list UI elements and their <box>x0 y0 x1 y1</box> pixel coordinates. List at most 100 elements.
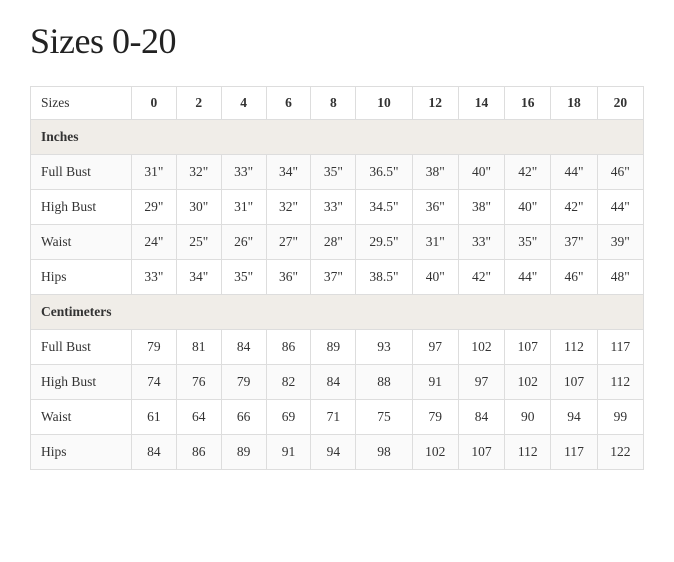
cell-0-3-10: 48" <box>597 260 643 295</box>
cell-0-2-6: 31" <box>412 225 458 260</box>
cell-0-2-9: 37" <box>551 225 597 260</box>
cell-1-2-3: 69 <box>266 400 311 435</box>
cell-0-0-4: 35" <box>311 155 356 190</box>
cell-1-3-4: 94 <box>311 435 356 470</box>
cell-1-2-10: 99 <box>597 400 643 435</box>
cell-0-1-3: 32" <box>266 190 311 225</box>
header-size-4: 4 <box>221 87 266 120</box>
cell-1-1-3: 82 <box>266 365 311 400</box>
cell-1-3-5: 98 <box>356 435 412 470</box>
cell-1-1-10: 112 <box>597 365 643 400</box>
header-size-16: 16 <box>505 87 551 120</box>
cell-0-2-3: 27" <box>266 225 311 260</box>
cell-0-1-6: 36" <box>412 190 458 225</box>
cell-1-1-6: 91 <box>412 365 458 400</box>
header-size-6: 6 <box>266 87 311 120</box>
cell-0-2-2: 26" <box>221 225 266 260</box>
cell-0-1-2: 31" <box>221 190 266 225</box>
cell-0-0-5: 36.5" <box>356 155 412 190</box>
cell-1-0-6: 97 <box>412 330 458 365</box>
cell-1-0-3: 86 <box>266 330 311 365</box>
cell-0-3-2: 35" <box>221 260 266 295</box>
row-label-1-1: High Bust <box>31 365 132 400</box>
cell-1-3-0: 84 <box>131 435 176 470</box>
cell-1-1-9: 107 <box>551 365 597 400</box>
cell-1-2-1: 64 <box>176 400 221 435</box>
cell-0-3-3: 36" <box>266 260 311 295</box>
row-label-0-2: Waist <box>31 225 132 260</box>
cell-1-2-7: 84 <box>458 400 504 435</box>
cell-0-2-4: 28" <box>311 225 356 260</box>
cell-1-3-8: 112 <box>505 435 551 470</box>
cell-0-3-7: 42" <box>458 260 504 295</box>
header-size-0: 0 <box>131 87 176 120</box>
cell-0-0-0: 31" <box>131 155 176 190</box>
cell-0-2-7: 33" <box>458 225 504 260</box>
cell-0-1-0: 29" <box>131 190 176 225</box>
cell-1-0-9: 112 <box>551 330 597 365</box>
header-size-12: 12 <box>412 87 458 120</box>
cell-0-1-4: 33" <box>311 190 356 225</box>
cell-0-3-8: 44" <box>505 260 551 295</box>
cell-0-0-7: 40" <box>458 155 504 190</box>
cell-1-0-10: 117 <box>597 330 643 365</box>
sizes-header-label: Sizes <box>31 87 132 120</box>
cell-0-2-10: 39" <box>597 225 643 260</box>
cell-0-3-0: 33" <box>131 260 176 295</box>
cell-1-3-2: 89 <box>221 435 266 470</box>
cell-0-2-8: 35" <box>505 225 551 260</box>
row-label-1-2: Waist <box>31 400 132 435</box>
cell-1-2-0: 61 <box>131 400 176 435</box>
cell-0-1-8: 40" <box>505 190 551 225</box>
cell-0-0-6: 38" <box>412 155 458 190</box>
cell-0-0-8: 42" <box>505 155 551 190</box>
cell-1-1-7: 97 <box>458 365 504 400</box>
cell-0-0-2: 33" <box>221 155 266 190</box>
cell-1-3-3: 91 <box>266 435 311 470</box>
cell-1-2-2: 66 <box>221 400 266 435</box>
section-header-0: Inches <box>31 120 644 155</box>
cell-0-1-10: 44" <box>597 190 643 225</box>
table-row: High Bust29"30"31"32"33"34.5"36"38"40"42… <box>31 190 644 225</box>
table-row: Waist24"25"26"27"28"29.5"31"33"35"37"39" <box>31 225 644 260</box>
cell-0-0-1: 32" <box>176 155 221 190</box>
cell-1-0-2: 84 <box>221 330 266 365</box>
cell-1-1-0: 74 <box>131 365 176 400</box>
cell-1-3-9: 117 <box>551 435 597 470</box>
table-row: High Bust7476798284889197102107112 <box>31 365 644 400</box>
cell-0-2-0: 24" <box>131 225 176 260</box>
cell-1-0-4: 89 <box>311 330 356 365</box>
table-row: Waist6164666971757984909499 <box>31 400 644 435</box>
header-size-8: 8 <box>311 87 356 120</box>
cell-0-0-10: 46" <box>597 155 643 190</box>
row-label-0-1: High Bust <box>31 190 132 225</box>
row-label-1-3: Hips <box>31 435 132 470</box>
cell-0-3-1: 34" <box>176 260 221 295</box>
cell-1-3-1: 86 <box>176 435 221 470</box>
cell-0-2-5: 29.5" <box>356 225 412 260</box>
cell-1-3-6: 102 <box>412 435 458 470</box>
cell-1-3-10: 122 <box>597 435 643 470</box>
cell-0-0-9: 44" <box>551 155 597 190</box>
cell-0-3-5: 38.5" <box>356 260 412 295</box>
cell-0-1-5: 34.5" <box>356 190 412 225</box>
cell-1-1-1: 76 <box>176 365 221 400</box>
cell-1-1-8: 102 <box>505 365 551 400</box>
table-row: Hips33"34"35"36"37"38.5"40"42"44"46"48" <box>31 260 644 295</box>
cell-0-3-9: 46" <box>551 260 597 295</box>
table-row: Full Bust31"32"33"34"35"36.5"38"40"42"44… <box>31 155 644 190</box>
cell-1-1-2: 79 <box>221 365 266 400</box>
cell-0-2-1: 25" <box>176 225 221 260</box>
header-size-10: 10 <box>356 87 412 120</box>
cell-0-1-7: 38" <box>458 190 504 225</box>
row-label-0-3: Hips <box>31 260 132 295</box>
cell-1-2-8: 90 <box>505 400 551 435</box>
header-size-2: 2 <box>176 87 221 120</box>
cell-1-0-7: 102 <box>458 330 504 365</box>
header-size-18: 18 <box>551 87 597 120</box>
cell-0-0-3: 34" <box>266 155 311 190</box>
cell-1-2-4: 71 <box>311 400 356 435</box>
section-label-1: Centimeters <box>31 295 644 330</box>
cell-1-0-1: 81 <box>176 330 221 365</box>
cell-0-1-1: 30" <box>176 190 221 225</box>
